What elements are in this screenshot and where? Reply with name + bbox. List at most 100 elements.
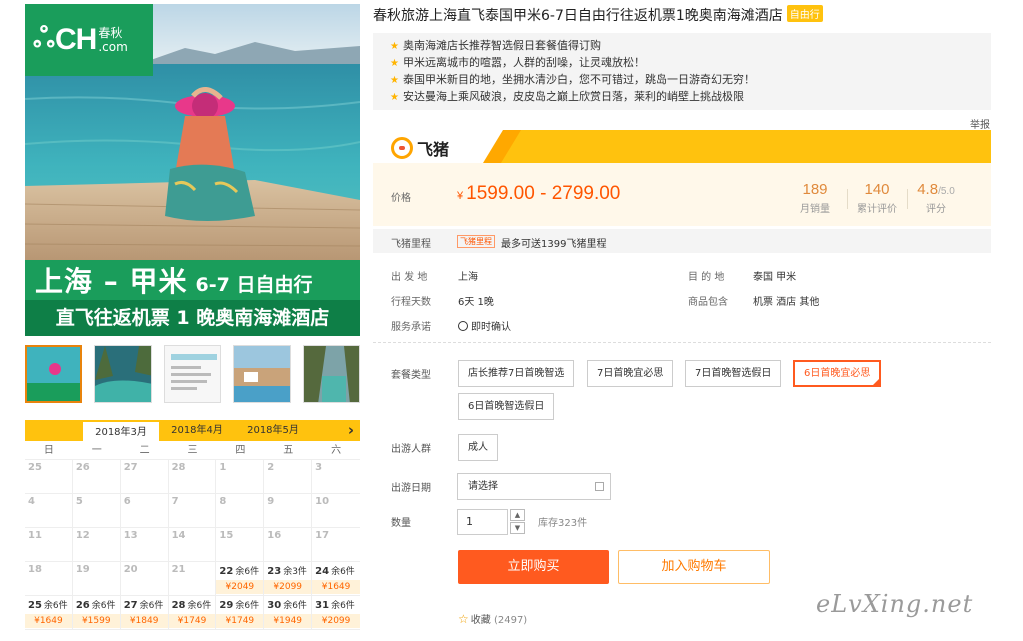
hero-banner-route: 上海 – 甲米 6-7 日自由行 bbox=[25, 260, 360, 300]
calendar-day-number: 28 bbox=[171, 600, 186, 611]
brand-logo-cn: 春秋 bbox=[98, 26, 123, 40]
calendar-month-tabs: 2018年3月 2018年4月 2018年5月 › bbox=[25, 420, 360, 441]
favorite-label: 收藏 bbox=[470, 615, 491, 626]
calendar-day: 4 bbox=[25, 494, 73, 528]
calendar-day-remaining: 余6件 bbox=[139, 601, 164, 611]
miles-tag: 飞猪里程 bbox=[457, 235, 495, 248]
weekday-label: 一 bbox=[91, 445, 102, 456]
calendar-day[interactable]: 26 余6件 ¥1599 bbox=[72, 596, 121, 630]
reviews-label: 累计评价 bbox=[857, 204, 897, 215]
calendar-day-number: 26 bbox=[75, 600, 90, 611]
calendar-day-number: 3 bbox=[315, 462, 323, 473]
site-watermark: eLvXing.net bbox=[816, 590, 974, 618]
currency-symbol: ¥ bbox=[457, 190, 464, 202]
reviews-stat[interactable]: 140 累计评价 bbox=[851, 181, 903, 215]
calendar-day: 28 bbox=[168, 460, 217, 494]
thumbnail-3[interactable] bbox=[163, 345, 222, 403]
calendar-day: 1 bbox=[216, 460, 265, 494]
calendar-day[interactable]: 25 余6件 ¥1649 bbox=[25, 596, 73, 630]
product-hero-image[interactable]: ஃ CH 春秋 .com 上海 – 甲米 6-7 日自由行 直飞往返机票 1 晚… bbox=[25, 4, 360, 336]
calendar-day: 8 bbox=[216, 494, 265, 528]
monthly-sales-label: 月销量 bbox=[800, 204, 830, 215]
section-divider bbox=[373, 342, 991, 343]
calendar-day: 7 bbox=[168, 494, 217, 528]
chevron-right-icon[interactable]: › bbox=[348, 421, 354, 439]
package-option-1[interactable]: 店长推荐7日首晚智选 bbox=[458, 360, 575, 387]
calendar-day[interactable]: 28 余6件 ¥1749 bbox=[168, 596, 217, 630]
calendar-day-number: 1 bbox=[219, 462, 227, 473]
rating-value-group: 4.8/5.0 bbox=[911, 181, 961, 198]
package-option-2[interactable]: 7日首晚宜必思 bbox=[587, 360, 674, 387]
calendar-day-price: ¥1749 bbox=[216, 614, 264, 628]
calendar-day-remaining: 余6件 bbox=[235, 567, 260, 577]
calendar-day-number: 7 bbox=[171, 496, 179, 507]
calendar-day[interactable]: 29 余6件 ¥1749 bbox=[216, 596, 265, 630]
calendar-day: 12 bbox=[72, 528, 121, 562]
calendar-day-number: 14 bbox=[171, 530, 186, 541]
calendar-tab-apr[interactable]: 2018年4月 bbox=[159, 420, 235, 441]
calendar-day-number: 9 bbox=[267, 496, 275, 507]
package-option-4-selected[interactable]: 6日首晚宜必思 bbox=[793, 360, 882, 387]
buy-now-button[interactable]: 立即购买 bbox=[458, 550, 609, 584]
fliggy-miles-row: 飞猪里程 飞猪里程 最多可送1399飞猪里程 bbox=[373, 229, 991, 253]
weekday-label: 六 bbox=[331, 445, 342, 456]
favorite-count: (2497) bbox=[493, 615, 528, 626]
calendar-day-remaining: 余6件 bbox=[283, 601, 307, 611]
package-label: 套餐类型 bbox=[391, 370, 431, 381]
chevron-up-icon[interactable]: ▲ bbox=[510, 509, 525, 521]
rating-label: 评分 bbox=[926, 204, 946, 215]
calendar-day: 13 bbox=[120, 528, 169, 562]
calendar-day-price: ¥2099 bbox=[312, 614, 360, 628]
travel-date-input[interactable]: 请选择 bbox=[457, 473, 611, 500]
report-link[interactable]: 举报 bbox=[970, 116, 990, 131]
thumbnail-4[interactable] bbox=[233, 345, 291, 403]
calendar-day[interactable]: 30 余6件 ¥1949 bbox=[264, 596, 313, 630]
product-highlights: ★ 奥南海滩店长推荐智选假日套餐值得订购 ★ 甲米远离城市的喧嚣，人群的刮噪，让灵魂… bbox=[373, 33, 991, 110]
calendar-day-remaining: 余6件 bbox=[235, 601, 260, 611]
calendar-day[interactable]: 31 余6件 ¥2099 bbox=[312, 596, 360, 630]
crowd-option-adult[interactable]: 成人 bbox=[458, 434, 498, 461]
calendar-day-number: 28 bbox=[171, 462, 186, 473]
calendar-day[interactable]: 27 余6件 ¥1849 bbox=[120, 596, 169, 630]
calendar-day-number: 13 bbox=[123, 530, 138, 541]
includes-value: 机票 酒店 其他 bbox=[753, 297, 820, 308]
highlight-text: 甲米远离城市的喧嚣，人群的刮噪，让灵魂放松！ bbox=[402, 56, 645, 69]
quantity-input[interactable]: 1 bbox=[457, 509, 508, 535]
fliggy-pig-icon bbox=[391, 137, 413, 159]
calendar-day-remaining: 余6件 bbox=[331, 567, 355, 577]
calendar-day[interactable]: 24 余6件 ¥1649 bbox=[312, 562, 360, 596]
calendar-day: 3 bbox=[312, 460, 360, 494]
calendar-day-price: ¥2049 bbox=[216, 580, 264, 594]
favorite-button[interactable]: ☆ 收藏 (2497) bbox=[458, 611, 527, 626]
service-label: 服务承诺 bbox=[391, 322, 431, 333]
calendar-day-number: 29 bbox=[219, 600, 234, 611]
calendar-day: 27 bbox=[120, 460, 169, 494]
stock-text: 库存323件 bbox=[538, 518, 588, 529]
thumbnail-2[interactable] bbox=[94, 345, 152, 403]
quantity-label: 数量 bbox=[391, 518, 411, 529]
calendar-day[interactable]: 22 余6件 ¥2049 bbox=[216, 562, 265, 596]
reviews-value: 140 bbox=[864, 181, 890, 198]
calendar-day-number: 5 bbox=[75, 496, 83, 507]
calendar-tab-may[interactable]: 2018年5月 bbox=[235, 420, 311, 441]
stat-divider bbox=[847, 189, 848, 209]
add-to-cart-button[interactable]: 加入购物车 bbox=[618, 550, 770, 584]
thumbnail-5[interactable] bbox=[302, 345, 360, 403]
days-value: 6天 1晚 bbox=[458, 297, 494, 308]
calendar-day[interactable]: 23 余3件 ¥2099 bbox=[264, 562, 313, 596]
calendar-tab-mar[interactable]: 2018年3月 bbox=[83, 420, 159, 441]
star-icon: ★ bbox=[390, 75, 399, 86]
calendar-day: 15 bbox=[216, 528, 265, 562]
brand-logo-sub: 春秋 .com bbox=[98, 26, 127, 54]
thumbnail-1[interactable] bbox=[25, 345, 83, 403]
fliggy-logo-text: 飞猪 bbox=[417, 140, 450, 159]
calendar-day-number: 6 bbox=[123, 496, 131, 507]
fliggy-banner: 飞猪 bbox=[373, 130, 991, 163]
chevron-down-icon[interactable]: ▼ bbox=[510, 522, 525, 534]
package-option-5[interactable]: 6日首晚智选假日 bbox=[458, 393, 555, 420]
date-label: 出游日期 bbox=[391, 483, 431, 494]
package-option-3[interactable]: 7日首晚智选假日 bbox=[685, 360, 782, 387]
price-range-value: 1599.00 - 2799.00 bbox=[466, 183, 621, 204]
calendar-day: 17 bbox=[312, 528, 360, 562]
star-icon: ★ bbox=[390, 58, 399, 69]
